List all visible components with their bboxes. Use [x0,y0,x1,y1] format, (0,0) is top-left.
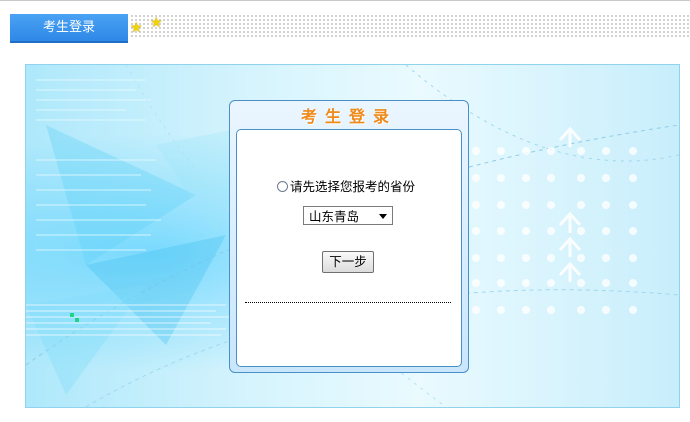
header-strip [130,14,690,38]
chevron-down-icon [379,214,387,219]
login-box-body: 请先选择您报考的省份 山东青岛 下一步 [236,129,462,367]
radio-icon[interactable] [277,181,288,192]
province-select[interactable]: 山东青岛 [303,206,393,225]
tab-exam-login[interactable]: 考生登录 [10,14,128,43]
top-divider [0,0,690,1]
star-icon: ★ [150,15,163,31]
province-selected-value: 山东青岛 [309,209,360,224]
province-prompt-label: 请先选择您报考的省份 [290,179,416,194]
login-box-title: 考生登录 [300,107,397,126]
login-box: 考生登录 请先选择您报考的省份 山东青岛 下一步 [229,100,469,373]
star-icon: ★ [130,20,143,36]
next-button[interactable]: 下一步 [322,251,374,273]
province-prompt[interactable]: 请先选择您报考的省份 [277,178,457,196]
dotted-divider [245,302,451,303]
arrow-up-icon [558,126,582,282]
